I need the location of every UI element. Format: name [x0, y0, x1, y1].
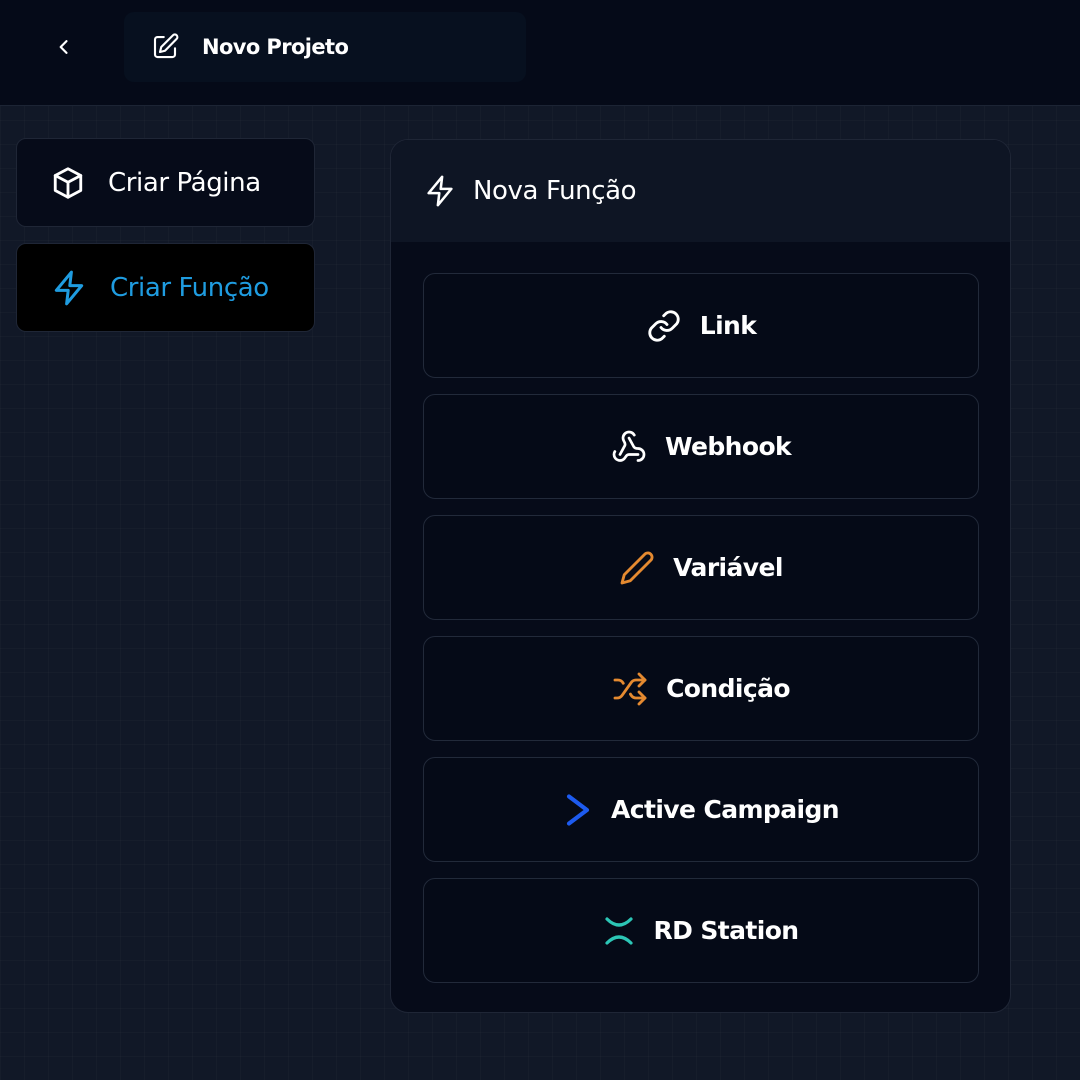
- lightning-icon: [427, 175, 453, 207]
- pencil-icon: [619, 550, 655, 586]
- lightning-icon: [54, 270, 84, 305]
- option-link[interactable]: Link: [423, 273, 979, 378]
- panel-title: Nova Função: [473, 176, 637, 206]
- option-label: Condição: [666, 674, 790, 703]
- option-label: Active Campaign: [611, 795, 840, 824]
- sidebar-item-label: Criar Página: [108, 167, 261, 198]
- active-campaign-icon: [563, 792, 593, 828]
- chevron-left-icon: [59, 40, 68, 54]
- option-label: RD Station: [653, 916, 799, 945]
- top-bar: Novo Projeto: [0, 0, 1080, 106]
- pencil-square-icon: [153, 33, 179, 59]
- option-active-campaign[interactable]: Active Campaign: [423, 757, 979, 862]
- sidebar-item-label: Criar Função: [110, 272, 269, 303]
- back-button[interactable]: [40, 24, 88, 70]
- option-label: Webhook: [664, 432, 792, 461]
- rd-station-icon: [603, 913, 635, 949]
- cube-icon: [53, 166, 83, 199]
- project-title-button[interactable]: Novo Projeto: [124, 12, 526, 82]
- option-variavel[interactable]: Variável: [423, 515, 979, 620]
- shuffle-icon: [612, 671, 648, 707]
- option-rd-station[interactable]: RD Station: [423, 878, 979, 983]
- link-icon: [646, 308, 682, 344]
- project-title: Novo Projeto: [202, 35, 349, 59]
- option-label: Variável: [673, 553, 783, 582]
- nova-funcao-panel: Nova Função Link Webhook Variável Condiç…: [390, 139, 1011, 1013]
- option-condicao[interactable]: Condição: [423, 636, 979, 741]
- sidebar-item-criar-funcao[interactable]: Criar Função: [16, 243, 315, 332]
- option-label: Link: [699, 311, 757, 340]
- webhook-icon: [611, 429, 647, 465]
- panel-header: Nova Função: [391, 140, 1010, 242]
- option-webhook[interactable]: Webhook: [423, 394, 979, 499]
- sidebar-item-criar-pagina[interactable]: Criar Página: [16, 138, 315, 227]
